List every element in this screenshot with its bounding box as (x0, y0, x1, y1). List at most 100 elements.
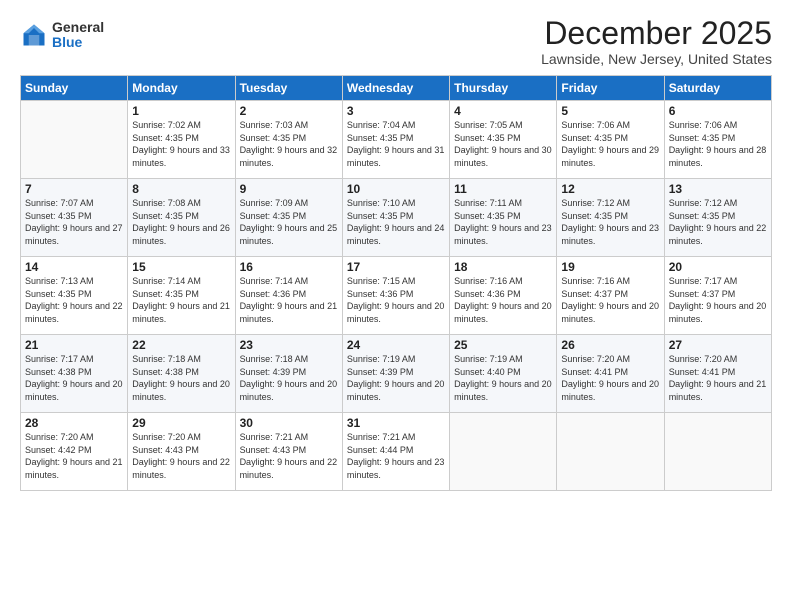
header: General Blue December 2025 Lawnside, New… (20, 16, 772, 67)
day-info: Sunrise: 7:20 AMSunset: 4:41 PMDaylight:… (669, 353, 767, 403)
day-info: Sunrise: 7:17 AMSunset: 4:37 PMDaylight:… (669, 275, 767, 325)
title-block: December 2025 Lawnside, New Jersey, Unit… (541, 16, 772, 67)
day-number: 3 (347, 104, 445, 118)
table-row: 1Sunrise: 7:02 AMSunset: 4:35 PMDaylight… (128, 101, 235, 179)
table-row: 6Sunrise: 7:06 AMSunset: 4:35 PMDaylight… (664, 101, 771, 179)
day-info: Sunrise: 7:19 AMSunset: 4:40 PMDaylight:… (454, 353, 552, 403)
table-row: 4Sunrise: 7:05 AMSunset: 4:35 PMDaylight… (450, 101, 557, 179)
table-row (21, 101, 128, 179)
day-info: Sunrise: 7:16 AMSunset: 4:36 PMDaylight:… (454, 275, 552, 325)
day-info: Sunrise: 7:21 AMSunset: 4:44 PMDaylight:… (347, 431, 445, 481)
day-info: Sunrise: 7:11 AMSunset: 4:35 PMDaylight:… (454, 197, 552, 247)
day-info: Sunrise: 7:14 AMSunset: 4:35 PMDaylight:… (132, 275, 230, 325)
day-number: 1 (132, 104, 230, 118)
table-row: 24Sunrise: 7:19 AMSunset: 4:39 PMDayligh… (342, 335, 449, 413)
day-number: 20 (669, 260, 767, 274)
table-row: 23Sunrise: 7:18 AMSunset: 4:39 PMDayligh… (235, 335, 342, 413)
table-row: 19Sunrise: 7:16 AMSunset: 4:37 PMDayligh… (557, 257, 664, 335)
day-number: 21 (25, 338, 123, 352)
table-row: 21Sunrise: 7:17 AMSunset: 4:38 PMDayligh… (21, 335, 128, 413)
col-saturday: Saturday (664, 76, 771, 101)
col-thursday: Thursday (450, 76, 557, 101)
table-row: 20Sunrise: 7:17 AMSunset: 4:37 PMDayligh… (664, 257, 771, 335)
day-number: 19 (561, 260, 659, 274)
calendar-table: Sunday Monday Tuesday Wednesday Thursday… (20, 75, 772, 491)
calendar-week-row: 21Sunrise: 7:17 AMSunset: 4:38 PMDayligh… (21, 335, 772, 413)
table-row: 18Sunrise: 7:16 AMSunset: 4:36 PMDayligh… (450, 257, 557, 335)
table-row (557, 413, 664, 491)
day-number: 5 (561, 104, 659, 118)
day-info: Sunrise: 7:17 AMSunset: 4:38 PMDaylight:… (25, 353, 123, 403)
day-info: Sunrise: 7:05 AMSunset: 4:35 PMDaylight:… (454, 119, 552, 169)
table-row: 26Sunrise: 7:20 AMSunset: 4:41 PMDayligh… (557, 335, 664, 413)
day-number: 14 (25, 260, 123, 274)
table-row: 15Sunrise: 7:14 AMSunset: 4:35 PMDayligh… (128, 257, 235, 335)
logo-general-text: General (52, 20, 104, 35)
table-row: 7Sunrise: 7:07 AMSunset: 4:35 PMDaylight… (21, 179, 128, 257)
table-row: 11Sunrise: 7:11 AMSunset: 4:35 PMDayligh… (450, 179, 557, 257)
calendar-week-row: 7Sunrise: 7:07 AMSunset: 4:35 PMDaylight… (21, 179, 772, 257)
day-number: 16 (240, 260, 338, 274)
table-row (664, 413, 771, 491)
day-number: 29 (132, 416, 230, 430)
col-sunday: Sunday (21, 76, 128, 101)
col-monday: Monday (128, 76, 235, 101)
table-row: 17Sunrise: 7:15 AMSunset: 4:36 PMDayligh… (342, 257, 449, 335)
table-row: 28Sunrise: 7:20 AMSunset: 4:42 PMDayligh… (21, 413, 128, 491)
table-row: 30Sunrise: 7:21 AMSunset: 4:43 PMDayligh… (235, 413, 342, 491)
table-row: 12Sunrise: 7:12 AMSunset: 4:35 PMDayligh… (557, 179, 664, 257)
day-info: Sunrise: 7:18 AMSunset: 4:39 PMDaylight:… (240, 353, 338, 403)
day-info: Sunrise: 7:09 AMSunset: 4:35 PMDaylight:… (240, 197, 338, 247)
day-info: Sunrise: 7:08 AMSunset: 4:35 PMDaylight:… (132, 197, 230, 247)
table-row: 14Sunrise: 7:13 AMSunset: 4:35 PMDayligh… (21, 257, 128, 335)
day-number: 28 (25, 416, 123, 430)
day-number: 22 (132, 338, 230, 352)
day-info: Sunrise: 7:15 AMSunset: 4:36 PMDaylight:… (347, 275, 445, 325)
day-number: 8 (132, 182, 230, 196)
day-info: Sunrise: 7:06 AMSunset: 4:35 PMDaylight:… (561, 119, 659, 169)
logo-icon (20, 21, 48, 49)
day-number: 9 (240, 182, 338, 196)
day-number: 24 (347, 338, 445, 352)
day-number: 31 (347, 416, 445, 430)
table-row: 27Sunrise: 7:20 AMSunset: 4:41 PMDayligh… (664, 335, 771, 413)
day-info: Sunrise: 7:13 AMSunset: 4:35 PMDaylight:… (25, 275, 123, 325)
day-number: 15 (132, 260, 230, 274)
day-info: Sunrise: 7:20 AMSunset: 4:42 PMDaylight:… (25, 431, 123, 481)
day-info: Sunrise: 7:06 AMSunset: 4:35 PMDaylight:… (669, 119, 767, 169)
day-info: Sunrise: 7:14 AMSunset: 4:36 PMDaylight:… (240, 275, 338, 325)
day-info: Sunrise: 7:21 AMSunset: 4:43 PMDaylight:… (240, 431, 338, 481)
table-row: 16Sunrise: 7:14 AMSunset: 4:36 PMDayligh… (235, 257, 342, 335)
table-row: 10Sunrise: 7:10 AMSunset: 4:35 PMDayligh… (342, 179, 449, 257)
day-number: 13 (669, 182, 767, 196)
day-info: Sunrise: 7:12 AMSunset: 4:35 PMDaylight:… (669, 197, 767, 247)
page: General Blue December 2025 Lawnside, New… (0, 0, 792, 612)
day-number: 10 (347, 182, 445, 196)
calendar-week-row: 28Sunrise: 7:20 AMSunset: 4:42 PMDayligh… (21, 413, 772, 491)
table-row: 29Sunrise: 7:20 AMSunset: 4:43 PMDayligh… (128, 413, 235, 491)
day-info: Sunrise: 7:04 AMSunset: 4:35 PMDaylight:… (347, 119, 445, 169)
table-row: 3Sunrise: 7:04 AMSunset: 4:35 PMDaylight… (342, 101, 449, 179)
table-row (450, 413, 557, 491)
day-info: Sunrise: 7:07 AMSunset: 4:35 PMDaylight:… (25, 197, 123, 247)
day-info: Sunrise: 7:20 AMSunset: 4:41 PMDaylight:… (561, 353, 659, 403)
table-row: 2Sunrise: 7:03 AMSunset: 4:35 PMDaylight… (235, 101, 342, 179)
month-title: December 2025 (541, 16, 772, 51)
day-info: Sunrise: 7:12 AMSunset: 4:35 PMDaylight:… (561, 197, 659, 247)
day-info: Sunrise: 7:19 AMSunset: 4:39 PMDaylight:… (347, 353, 445, 403)
day-number: 2 (240, 104, 338, 118)
day-number: 27 (669, 338, 767, 352)
calendar-week-row: 14Sunrise: 7:13 AMSunset: 4:35 PMDayligh… (21, 257, 772, 335)
day-info: Sunrise: 7:16 AMSunset: 4:37 PMDaylight:… (561, 275, 659, 325)
col-wednesday: Wednesday (342, 76, 449, 101)
location: Lawnside, New Jersey, United States (541, 51, 772, 67)
day-number: 11 (454, 182, 552, 196)
day-number: 30 (240, 416, 338, 430)
day-number: 25 (454, 338, 552, 352)
day-number: 26 (561, 338, 659, 352)
day-info: Sunrise: 7:20 AMSunset: 4:43 PMDaylight:… (132, 431, 230, 481)
table-row: 25Sunrise: 7:19 AMSunset: 4:40 PMDayligh… (450, 335, 557, 413)
logo-blue-text: Blue (52, 35, 104, 50)
day-info: Sunrise: 7:02 AMSunset: 4:35 PMDaylight:… (132, 119, 230, 169)
table-row: 31Sunrise: 7:21 AMSunset: 4:44 PMDayligh… (342, 413, 449, 491)
